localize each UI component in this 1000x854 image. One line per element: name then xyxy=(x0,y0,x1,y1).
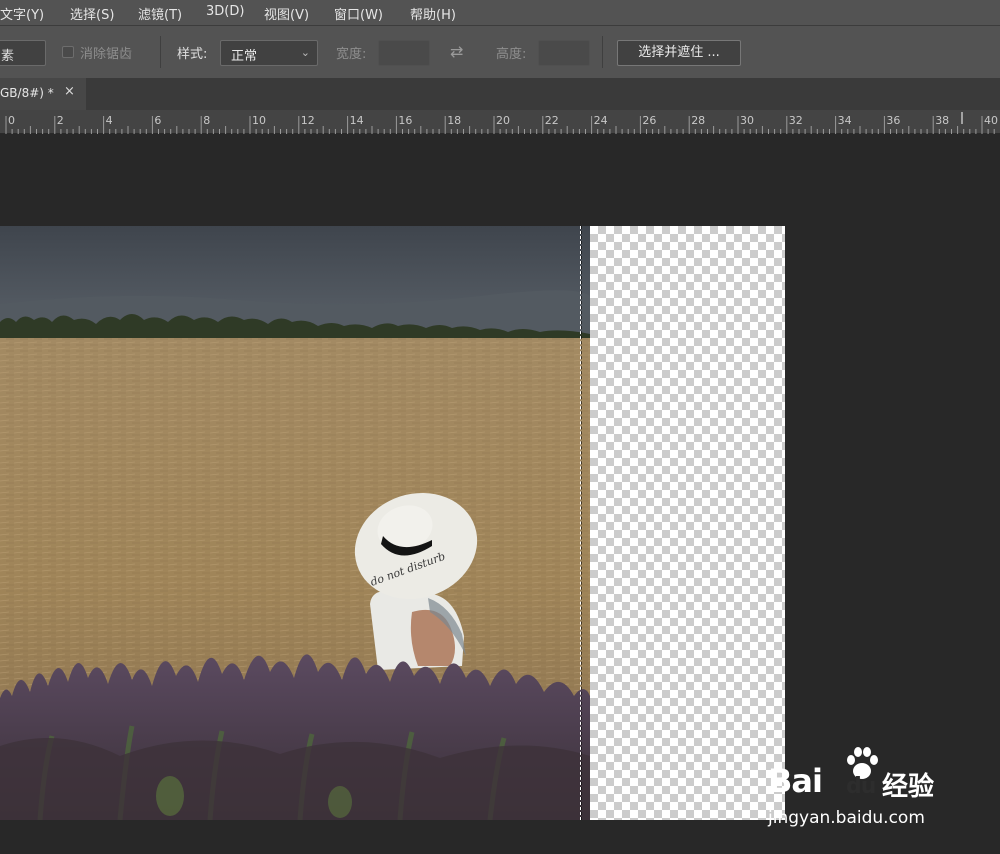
ruler-label: 12 xyxy=(301,114,315,127)
photo-layer: do not disturb xyxy=(0,226,590,820)
ruler-label: 18 xyxy=(447,114,461,127)
watermark-cn: 经验 xyxy=(882,772,935,802)
style-select[interactable]: 正常 ⌄ xyxy=(220,40,318,66)
height-label: 高度: xyxy=(496,47,527,62)
close-icon[interactable]: × xyxy=(64,84,75,99)
document-tab[interactable]: GB/8#) * × xyxy=(0,78,86,110)
document-tab-bar: GB/8#) * × xyxy=(0,78,1000,110)
baidu-watermark: Bai du 经验 jingyan.baidu.com xyxy=(768,744,1000,834)
ruler-label: 30 xyxy=(740,114,754,127)
wheat-field-photo: do not disturb xyxy=(0,226,590,820)
menu-type[interactable]: 文字(Y) xyxy=(0,4,44,23)
ruler-label: 4 xyxy=(106,114,113,127)
ruler-label: 16 xyxy=(398,114,412,127)
width-label: 宽度: xyxy=(336,47,367,62)
ruler-label: 38 xyxy=(935,114,949,127)
chevron-down-icon: ⌄ xyxy=(300,46,310,59)
menu-bar: 文字(Y) 选择(S) 滤镜(T) 3D(D) 视图(V) 窗口(W) 帮助(H… xyxy=(0,0,1000,25)
ruler-label: 2 xyxy=(57,114,64,127)
options-bar: 素 消除锯齿 样式: 正常 ⌄ 宽度: ⇄ 高度: 选择并遮住 ... xyxy=(0,25,1000,79)
horizontal-ruler: 0 2 4 6 8 10 12 14 16 18 20 22 24 26 28 30 32 34 36 38 40 xyxy=(0,110,1000,134)
menu-help[interactable]: 帮助(H) xyxy=(410,4,456,23)
ruler-label: 26 xyxy=(642,114,656,127)
ruler-label: 10 xyxy=(252,114,266,127)
swap-icon[interactable]: ⇄ xyxy=(450,42,463,61)
ruler-label: 8 xyxy=(203,114,210,127)
ruler-label: 28 xyxy=(691,114,705,127)
ruler-label: 6 xyxy=(154,114,161,127)
menu-3d[interactable]: 3D(D) xyxy=(206,4,244,19)
ruler-label: 0 xyxy=(8,114,15,127)
antialias-checkbox[interactable] xyxy=(62,46,74,58)
menu-select[interactable]: 选择(S) xyxy=(70,4,114,23)
select-and-mask-button[interactable]: 选择并遮住 ... xyxy=(617,40,741,66)
menu-window[interactable]: 窗口(W) xyxy=(334,4,383,23)
antialias-label: 消除锯齿 xyxy=(80,47,133,62)
menu-filter[interactable]: 滤镜(T) xyxy=(138,4,182,23)
divider xyxy=(160,36,161,68)
ruler-label: 36 xyxy=(886,114,900,127)
ruler-label: 20 xyxy=(496,114,510,127)
feather-field[interactable]: 素 xyxy=(0,40,46,66)
ruler-label: 22 xyxy=(545,114,559,127)
transparent-area xyxy=(590,226,785,820)
menu-view[interactable]: 视图(V) xyxy=(264,4,309,23)
height-field[interactable] xyxy=(538,40,590,66)
ruler-ticks: 0 2 4 6 8 10 12 14 16 18 20 22 24 26 28 30 32 34 36 38 40 xyxy=(5,112,998,134)
feather-unit: 素 xyxy=(1,49,15,64)
ruler-label: 32 xyxy=(789,114,803,127)
document-tab-title: GB/8#) * xyxy=(0,86,54,100)
watermark-url: jingyan.baidu.com xyxy=(768,808,925,828)
style-label: 样式: xyxy=(177,47,208,62)
watermark-brand-du: du xyxy=(846,774,876,799)
watermark-brand-bai: Bai xyxy=(768,762,823,800)
width-field[interactable] xyxy=(378,40,430,66)
ruler-label: 24 xyxy=(594,114,608,127)
selection-marquee-shadow xyxy=(581,226,582,820)
style-value: 正常 xyxy=(231,49,258,64)
divider xyxy=(602,36,603,68)
ruler-label: 14 xyxy=(350,114,364,127)
ruler-label: 40 xyxy=(984,114,998,127)
document-canvas[interactable]: do not disturb xyxy=(0,226,785,820)
ruler-label: 34 xyxy=(838,114,852,127)
